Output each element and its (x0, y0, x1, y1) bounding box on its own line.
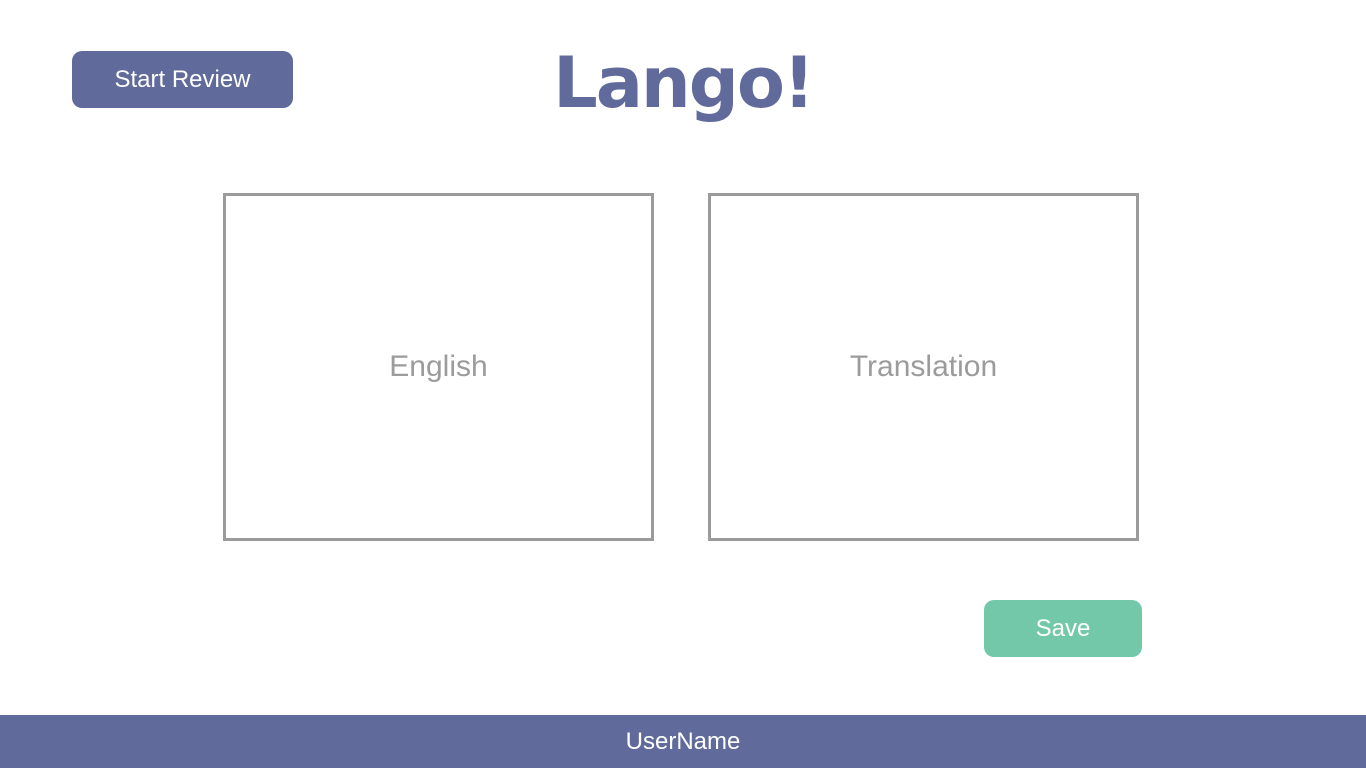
app-logo: Lango! (553, 42, 815, 124)
save-button[interactable]: Save (984, 600, 1142, 657)
english-card[interactable] (223, 193, 654, 541)
footer-username[interactable]: UserName (626, 728, 741, 756)
translation-card[interactable] (708, 193, 1139, 541)
translation-input[interactable] (711, 350, 1136, 384)
lango-page: Start Review Lango! Save UserName (0, 0, 1366, 768)
footer-bar: UserName (0, 715, 1366, 768)
english-input[interactable] (226, 350, 651, 384)
